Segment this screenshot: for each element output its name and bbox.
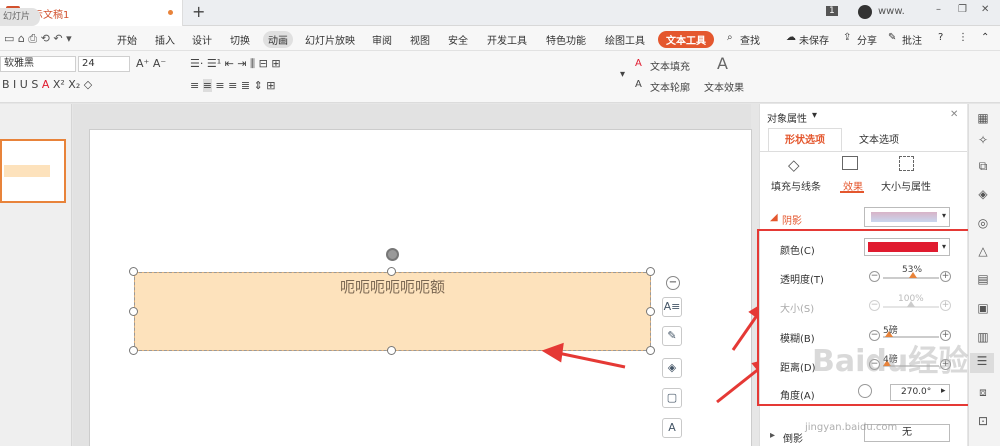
sidebar-location-icon[interactable]: ◎ bbox=[975, 215, 991, 231]
fill-line-icon: ◇ bbox=[788, 156, 800, 174]
tab-shape-options[interactable]: 形状选项 bbox=[768, 130, 842, 152]
sidebar-properties-icon[interactable]: ☰ bbox=[970, 353, 994, 373]
baidu-watermark: Baidu经验 bbox=[812, 344, 969, 379]
sidebar-grid-icon[interactable]: ▦ bbox=[975, 110, 991, 126]
sidebar-animation-icon[interactable]: ⧈ bbox=[975, 384, 991, 400]
shadow-expand-icon[interactable]: ◢ bbox=[770, 212, 778, 223]
panel-title: 对象属性 bbox=[767, 114, 807, 125]
sidebar-fill-icon[interactable]: ◈ bbox=[975, 186, 991, 202]
effect-icon bbox=[842, 156, 858, 170]
subtab-effect-underline bbox=[840, 191, 864, 193]
sidebar-table-icon[interactable]: ▤ bbox=[975, 271, 991, 287]
watermark-url: jingyan.baidu.com bbox=[805, 422, 898, 433]
sidebar-chart-icon[interactable]: ▥ bbox=[975, 329, 991, 345]
sidebar-shapes-icon[interactable]: ⧉ bbox=[975, 158, 991, 174]
tab-divider bbox=[759, 151, 967, 152]
shadow-section-label[interactable]: 阴影 bbox=[782, 212, 802, 227]
reflection-expand-icon[interactable]: ▸ bbox=[770, 430, 775, 441]
panel-close-button[interactable]: ✕ bbox=[950, 109, 958, 120]
sidebar-layers-icon[interactable]: ⊡ bbox=[975, 413, 991, 429]
arrow-to-shape bbox=[557, 351, 626, 369]
reflection-section-label[interactable]: 倒影 bbox=[783, 430, 803, 445]
panel-title-dropdown-icon[interactable]: ▾ bbox=[812, 110, 817, 121]
shadow-preset-select[interactable]: ▾ bbox=[864, 207, 950, 227]
subtab-fill-line[interactable]: 填充与线条 bbox=[771, 178, 821, 193]
shadow-preset-swatch bbox=[871, 212, 937, 222]
subtab-size-props[interactable]: 大小与属性 bbox=[881, 178, 931, 193]
arrow-head-shape bbox=[541, 342, 564, 363]
sidebar-triangle-icon[interactable]: △ bbox=[975, 243, 991, 259]
arrow-to-panel-lower bbox=[716, 366, 761, 404]
size-props-icon bbox=[899, 156, 914, 171]
sidebar-image-icon[interactable]: ▣ bbox=[975, 300, 991, 316]
sidebar-star-icon[interactable]: ✧ bbox=[975, 132, 991, 148]
arrow-to-panel-upper bbox=[731, 313, 760, 351]
shadow-preset-dropdown-icon: ▾ bbox=[941, 211, 946, 220]
tab-text-options[interactable]: 文本选项 bbox=[842, 130, 916, 152]
